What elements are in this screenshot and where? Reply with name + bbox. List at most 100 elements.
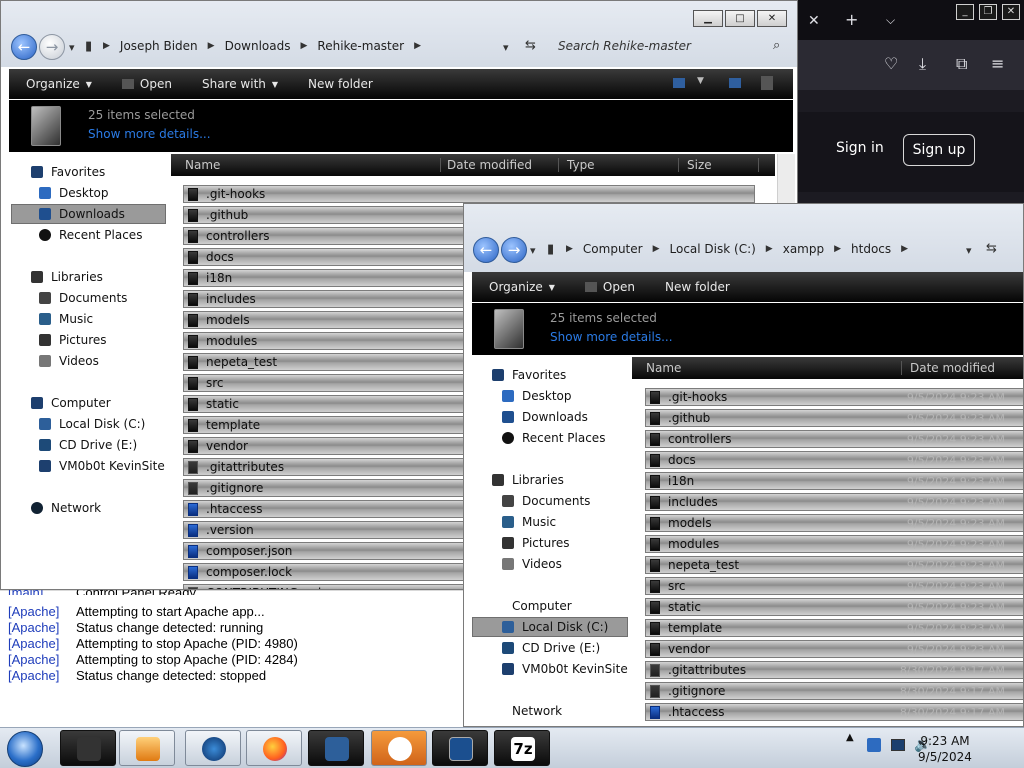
file-row[interactable]: static 9/5/2024 9:23 AM: [645, 598, 1023, 616]
share-with-button[interactable]: Share with ▼: [202, 77, 278, 91]
organize-button[interactable]: Organize ▼: [489, 280, 555, 294]
file-row[interactable]: models 9/5/2024 9:23 AM: [645, 514, 1023, 532]
menu-icon[interactable]: ≡: [991, 54, 1004, 74]
terminal-app[interactable]: [432, 730, 488, 766]
column-type[interactable]: Type: [561, 158, 679, 172]
recent-pages-icon[interactable]: ▾: [530, 244, 536, 257]
minimize-icon[interactable]: ▁: [693, 10, 723, 27]
control-panel-app[interactable]: [308, 730, 364, 766]
refresh-icon[interactable]: ⇆: [986, 241, 997, 256]
file-row[interactable]: vendor 9/5/2024 9:23 AM: [645, 640, 1023, 658]
file-row[interactable]: template 9/5/2024 9:23 AM: [645, 619, 1023, 637]
nav-network[interactable]: Network: [31, 498, 101, 518]
nav-network-drive[interactable]: VM0b0t KevinSite: [39, 456, 165, 476]
nav-recent-places[interactable]: Recent Places: [502, 428, 605, 448]
breadcrumb-item[interactable]: Downloads: [225, 39, 291, 53]
breadcrumb-item[interactable]: Joseph Biden: [120, 39, 198, 53]
nav-downloads[interactable]: Downloads: [11, 204, 166, 224]
search-icon[interactable]: ⌕: [773, 38, 780, 53]
firefox-app[interactable]: [246, 730, 302, 766]
file-row[interactable]: .gitattributes 8/30/2024 9:17 AM: [645, 661, 1023, 679]
new-tab-icon[interactable]: +: [845, 10, 858, 30]
nav-pictures[interactable]: Pictures: [39, 330, 107, 350]
nav-documents[interactable]: Documents: [39, 288, 127, 308]
column-size[interactable]: Size: [681, 158, 759, 172]
new-folder-button[interactable]: New folder: [665, 280, 730, 294]
breadcrumb-item[interactable]: Rehike-master: [317, 39, 404, 53]
address-dropdown-icon[interactable]: ▾: [503, 41, 509, 54]
nav-libraries[interactable]: Libraries: [31, 267, 103, 287]
file-row[interactable]: .github 9/5/2024 9:23 AM: [645, 409, 1023, 427]
file-row[interactable]: docs 9/5/2024 9:23 AM: [645, 451, 1023, 469]
pocket-icon[interactable]: ♡: [884, 54, 898, 74]
nav-downloads[interactable]: Downloads: [502, 407, 588, 427]
nav-network[interactable]: Network: [492, 701, 562, 721]
show-more-details-link[interactable]: Show more details...: [88, 127, 211, 141]
7zip-app[interactable]: 7z: [494, 730, 550, 766]
column-date-modified[interactable]: Date modified: [441, 158, 559, 172]
sign-in-button[interactable]: Sign in: [836, 140, 884, 156]
column-name[interactable]: Name: [179, 158, 441, 172]
back-button[interactable]: ←: [11, 34, 37, 60]
nav-favorites[interactable]: Favorites: [492, 365, 566, 385]
maximize-icon[interactable]: □: [725, 10, 755, 27]
network-tray-icon[interactable]: [891, 739, 905, 751]
new-folder-button[interactable]: New folder: [308, 77, 373, 91]
nav-recent-places[interactable]: Recent Places: [39, 225, 142, 245]
nav-documents[interactable]: Documents: [502, 491, 590, 511]
tray-expand-icon[interactable]: ▲: [846, 732, 854, 743]
preview-pane-icon[interactable]: [729, 78, 741, 88]
show-more-details-link[interactable]: Show more details...: [550, 330, 673, 344]
breadcrumb-item[interactable]: htdocs: [851, 242, 891, 256]
nav-computer[interactable]: Computer: [492, 596, 572, 616]
nav-desktop[interactable]: Desktop: [39, 183, 109, 203]
column-name[interactable]: Name: [640, 361, 902, 375]
nav-local-disk[interactable]: Local Disk (C:): [39, 414, 145, 434]
chevron-down-icon[interactable]: ▼: [697, 76, 704, 86]
search-input[interactable]: Search Rehike-master: [558, 39, 691, 53]
column-date-modified[interactable]: Date modified: [904, 361, 1023, 375]
nav-network-drive[interactable]: VM0b0t KevinSite: [502, 659, 628, 679]
explorer-app[interactable]: [60, 730, 116, 766]
file-row[interactable]: src 9/5/2024 9:23 AM: [645, 577, 1023, 595]
open-button[interactable]: Open: [121, 77, 172, 91]
forward-button[interactable]: →: [501, 237, 527, 263]
close-icon[interactable]: ✕: [808, 11, 820, 31]
file-row[interactable]: modules 9/5/2024 9:23 AM: [645, 535, 1023, 553]
breadcrumb-item[interactable]: Local Disk (C:): [670, 242, 756, 256]
address-dropdown-icon[interactable]: ▾: [966, 244, 972, 257]
nav-videos[interactable]: Videos: [39, 351, 99, 371]
file-row[interactable]: controllers 9/5/2024 9:23 AM: [645, 430, 1023, 448]
nav-pictures[interactable]: Pictures: [502, 533, 570, 553]
help-icon[interactable]: [761, 76, 773, 90]
open-button[interactable]: Open: [584, 280, 635, 294]
chevron-down-icon[interactable]: ⌵: [886, 10, 895, 30]
browser-app[interactable]: [185, 730, 241, 766]
close-window-icon[interactable]: ✕: [1002, 4, 1020, 20]
file-row[interactable]: .git-hooks 9/5/2024 9:23 AM: [645, 388, 1023, 406]
file-row[interactable]: .gitignore 8/30/2024 9:17 AM: [645, 682, 1023, 700]
nav-cd-drive[interactable]: CD Drive (E:): [39, 435, 137, 455]
nav-favorites[interactable]: Favorites: [31, 162, 105, 182]
extensions-icon[interactable]: ⧉: [956, 54, 967, 74]
maximize-icon[interactable]: ❐: [979, 4, 997, 20]
minimize-icon[interactable]: _: [956, 4, 974, 20]
file-row[interactable]: includes 9/5/2024 9:23 AM: [645, 493, 1023, 511]
clock[interactable]: 9:23 AM 9/5/2024: [916, 733, 974, 765]
back-button[interactable]: ←: [473, 237, 499, 263]
file-row[interactable]: nepeta_test 9/5/2024 9:23 AM: [645, 556, 1023, 574]
nav-videos[interactable]: Videos: [502, 554, 562, 574]
nav-libraries[interactable]: Libraries: [492, 470, 564, 490]
view-icon[interactable]: [673, 78, 685, 88]
download-icon[interactable]: ⤓: [919, 54, 926, 74]
nav-local-disk[interactable]: Local Disk (C:): [472, 617, 628, 637]
forward-button[interactable]: →: [39, 34, 65, 60]
sign-up-button[interactable]: Sign up: [903, 134, 975, 166]
nav-computer[interactable]: Computer: [31, 393, 111, 413]
file-row[interactable]: i18n 9/5/2024 9:23 AM: [645, 472, 1023, 490]
start-button[interactable]: [7, 731, 43, 767]
action-center-icon[interactable]: [867, 738, 881, 752]
media-player-app[interactable]: [119, 730, 175, 766]
recent-pages-icon[interactable]: ▾: [69, 41, 75, 54]
nav-desktop[interactable]: Desktop: [502, 386, 572, 406]
